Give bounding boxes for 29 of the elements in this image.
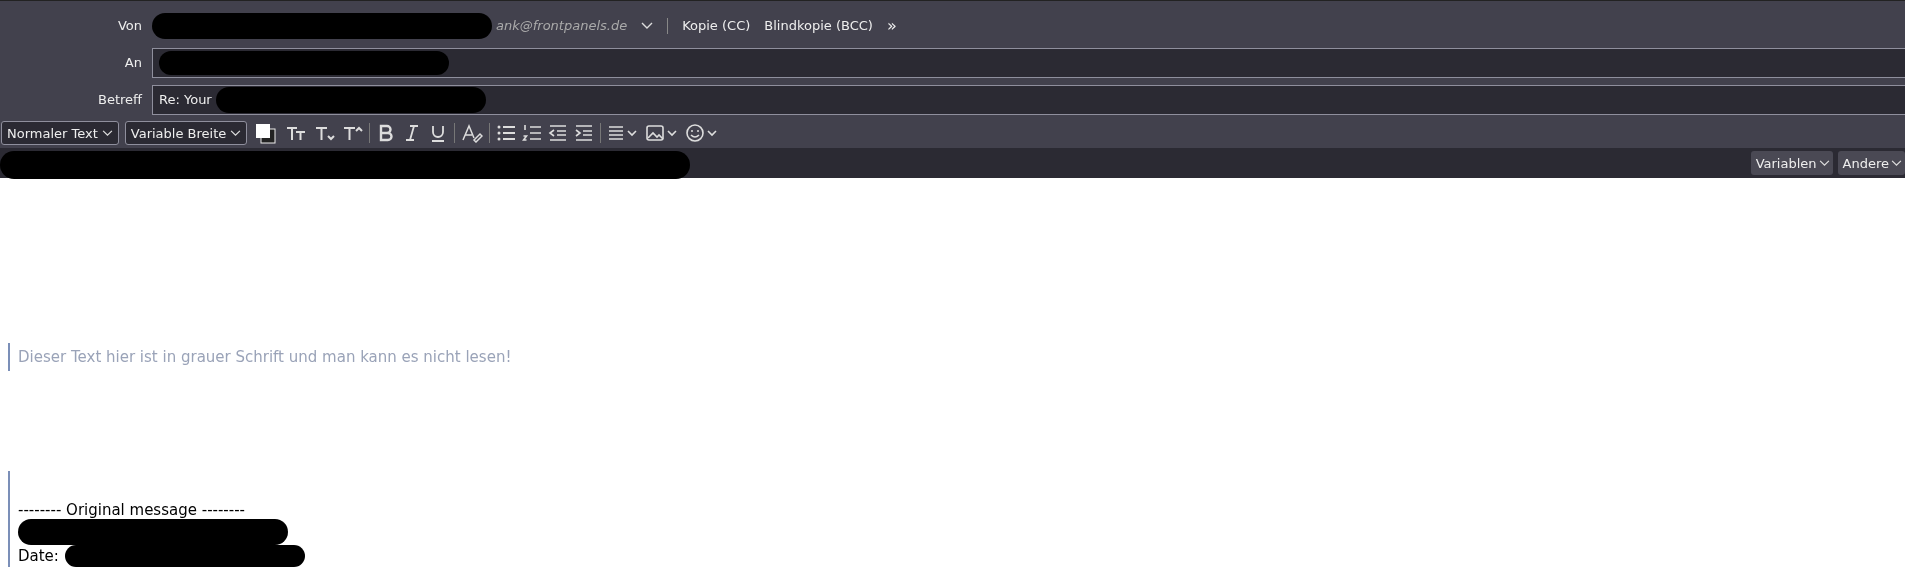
chevron-down-icon xyxy=(101,129,113,137)
menu-dropdown[interactable]: Andere xyxy=(1837,151,1905,175)
paragraph-format-dropdown[interactable]: Normaler Text xyxy=(1,121,119,145)
subject-field[interactable]: Re: Your xyxy=(152,84,1905,115)
increase-indent-icon[interactable] xyxy=(574,123,595,143)
recipient-type-link[interactable]: Blindkopie (BCC) xyxy=(764,18,873,33)
date-label: Date: xyxy=(18,547,59,565)
bullet-list-icon[interactable] xyxy=(496,123,517,143)
align-dropdown-icon[interactable] xyxy=(607,123,640,143)
menu-dropdown[interactable]: Variablen xyxy=(1750,151,1833,175)
image-insert-icon[interactable] xyxy=(645,123,680,143)
emoji-icon[interactable] xyxy=(685,123,720,143)
recipient-type-link[interactable]: Kopie (CC) xyxy=(682,18,751,33)
font-dropdown[interactable]: Variable Breite xyxy=(124,121,248,145)
to-field[interactable] xyxy=(152,47,1905,78)
chevron-down-icon xyxy=(230,129,242,137)
chevron-down-icon xyxy=(1818,159,1830,167)
numbered-list-icon[interactable] xyxy=(522,123,543,143)
more-button[interactable]: » xyxy=(886,16,897,35)
subject-label: Betreff xyxy=(96,92,144,107)
clear-formatting-icon[interactable] xyxy=(461,123,484,143)
faint-text: Dieser Text hier ist in grauer Schrift und man kann es nicht lesen! xyxy=(18,348,512,366)
decrease-indent-icon[interactable] xyxy=(548,123,569,143)
to-label: An xyxy=(123,55,143,70)
from-label: Von xyxy=(116,18,143,33)
chevron-down-icon xyxy=(1891,159,1902,167)
sender-address: ank@frontpanels.de xyxy=(496,18,628,33)
original-message-separator: -------- Original message -------- xyxy=(18,501,246,519)
chevron-down-icon[interactable] xyxy=(641,21,654,30)
